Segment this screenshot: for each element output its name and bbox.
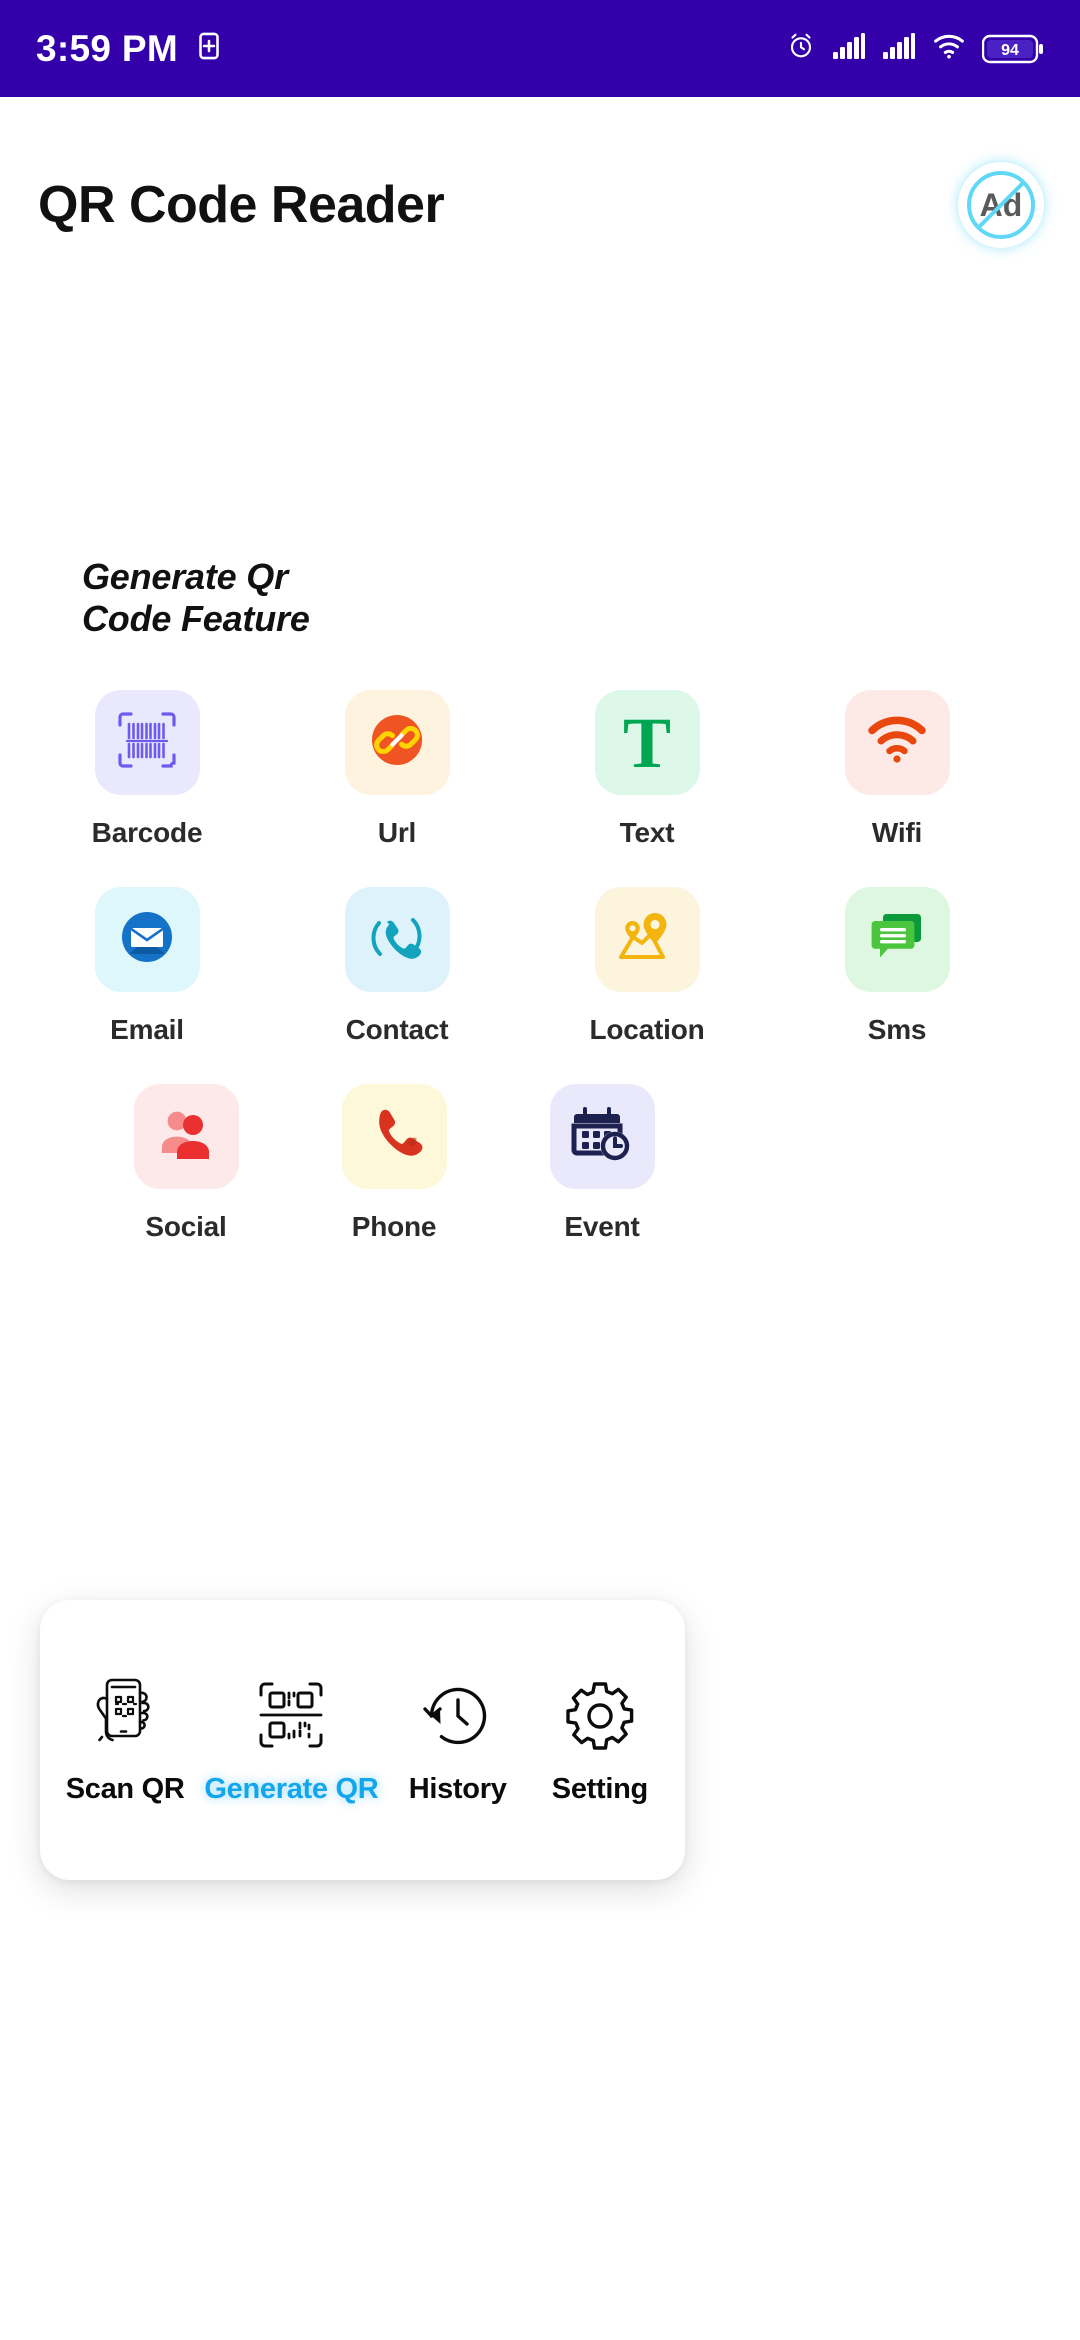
status-bar-right: 94 xyxy=(786,31,1044,66)
nav-item-generate-qr[interactable]: Generate QR xyxy=(204,1675,379,1806)
nav-label: History xyxy=(408,1772,507,1805)
no-ads-icon[interactable]: Ad xyxy=(958,161,1044,248)
text-t-icon: T xyxy=(622,702,672,783)
status-bar-clock: 3:59 PM xyxy=(36,27,178,69)
feature-phone[interactable]: Phone xyxy=(290,1084,498,1243)
feature-label: Social xyxy=(145,1211,227,1242)
feature-tile xyxy=(549,1084,655,1189)
split-screen-icon xyxy=(192,29,226,68)
app-screen: 3:59 PM 94 QR Code Reader Generate Qr Co… xyxy=(0,0,1080,2340)
bottom-navigation-bar: Scan QR Generate QR History Setting xyxy=(40,1600,685,1880)
gear-icon xyxy=(565,1675,635,1751)
feature-social[interactable]: Social xyxy=(82,1084,290,1243)
alarm-icon xyxy=(786,31,816,66)
feature-row: Email Contact Location Sms xyxy=(0,887,1080,1046)
nav-item-scan-qr[interactable]: Scan QR xyxy=(62,1675,188,1806)
feature-label: Text xyxy=(619,817,675,848)
nav-item-history[interactable]: History xyxy=(395,1675,521,1806)
feature-tile xyxy=(844,887,950,992)
feature-wifi[interactable]: Wifi xyxy=(772,690,1022,849)
nav-item-setting[interactable]: Setting xyxy=(537,1675,663,1806)
feature-tile xyxy=(341,1084,447,1189)
feature-sms[interactable]: Sms xyxy=(772,887,1022,1046)
feature-barcode[interactable]: Barcode xyxy=(22,690,272,849)
feature-tile xyxy=(94,887,200,992)
feature-label: Contact xyxy=(345,1014,449,1045)
feature-row: Barcode Url T Text Wifi xyxy=(0,690,1080,849)
feature-label: Phone xyxy=(351,1211,437,1242)
map-pin-icon xyxy=(615,909,679,970)
app-header: QR Code Reader Ad xyxy=(0,97,1080,312)
feature-grid: Barcode Url T Text Wifi Email Contact Lo… xyxy=(0,690,1080,1243)
calendar-clock-icon xyxy=(571,1105,633,1168)
section-heading: Generate Qr Code Feature xyxy=(82,556,502,640)
feature-label: Wifi xyxy=(871,817,923,848)
section-heading-line2: Code Feature xyxy=(82,598,310,640)
feature-tile xyxy=(344,690,450,795)
feature-tile xyxy=(133,1084,239,1189)
feature-url[interactable]: Url xyxy=(272,690,522,849)
feature-location[interactable]: Location xyxy=(522,887,772,1046)
people-icon xyxy=(156,1107,216,1166)
phone-ring-icon xyxy=(366,906,428,973)
barcode-icon xyxy=(116,710,178,775)
feature-contact[interactable]: Contact xyxy=(272,887,522,1046)
qr-code-icon xyxy=(256,1675,326,1751)
signal-bars-sim1-icon xyxy=(832,32,866,65)
feature-label: Email xyxy=(110,1014,184,1045)
feature-label: Barcode xyxy=(91,817,203,848)
feature-tile xyxy=(94,690,200,795)
feature-label: Url xyxy=(377,817,417,848)
nav-label: Setting xyxy=(551,1772,648,1805)
history-clock-icon xyxy=(422,1675,493,1751)
feature-label: Event xyxy=(564,1211,640,1242)
feature-text[interactable]: T Text xyxy=(522,690,772,849)
feature-tile xyxy=(594,887,700,992)
status-bar: 3:59 PM 94 xyxy=(0,0,1080,97)
status-bar-left: 3:59 PM xyxy=(36,28,226,70)
battery-icon: 94 xyxy=(982,33,1044,65)
section-heading-line1: Generate Qr xyxy=(82,556,288,597)
feature-label: Sms xyxy=(867,1014,927,1045)
chat-bubble-icon xyxy=(866,908,928,971)
wifi-icon xyxy=(932,32,966,65)
envelope-icon xyxy=(116,906,178,973)
signal-bars-sim2-icon xyxy=(882,32,916,65)
page-title: QR Code Reader xyxy=(38,175,445,234)
feature-label: Location xyxy=(589,1014,705,1045)
wifi-icon xyxy=(866,714,928,771)
feature-row: Social Phone Event xyxy=(0,1084,1080,1243)
nav-label: Generate QR xyxy=(204,1772,379,1805)
feature-tile: T xyxy=(594,690,700,795)
battery-level-text: 94 xyxy=(1001,42,1019,59)
scan-qr-hand-icon xyxy=(90,1675,160,1751)
nav-label: Scan QR xyxy=(65,1772,185,1805)
handset-icon xyxy=(365,1105,423,1168)
link-icon xyxy=(366,709,428,776)
feature-email[interactable]: Email xyxy=(22,887,272,1046)
feature-event[interactable]: Event xyxy=(498,1084,706,1243)
feature-tile xyxy=(344,887,450,992)
feature-tile xyxy=(844,690,950,795)
